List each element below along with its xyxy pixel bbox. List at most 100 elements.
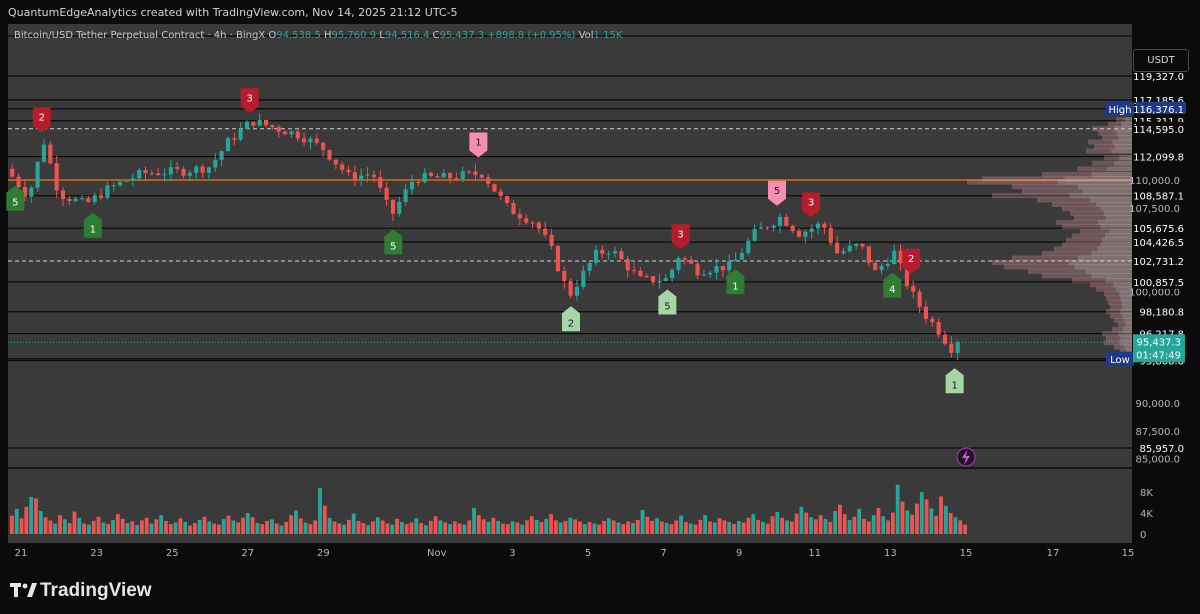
time-axis-tick: 23 — [90, 548, 103, 559]
volume-profile-bar — [1114, 144, 1132, 150]
volume-bar — [712, 522, 717, 534]
change-value: +898.8 (+0.95%) — [487, 30, 576, 41]
candle-body — [270, 125, 275, 128]
volume-bar — [91, 520, 96, 534]
price-axis-tick: 90,000.0 — [1135, 399, 1180, 410]
volume-bar — [539, 521, 544, 534]
price-level-label: 114,595.0 — [1133, 125, 1184, 136]
volume-bar — [120, 518, 125, 534]
candle-body — [524, 218, 529, 223]
chart-svg[interactable]: 251351253153421110,000.0107,500.0100,000… — [0, 24, 1200, 568]
volume-bar — [640, 509, 645, 534]
sell-marker-label: 3 — [677, 229, 683, 240]
candle-body — [898, 250, 903, 264]
candle-body — [651, 276, 656, 283]
candle-body — [606, 253, 611, 255]
candle-body — [885, 263, 890, 266]
candle-body — [29, 187, 34, 197]
candle-body — [124, 180, 129, 182]
candle-body — [257, 119, 262, 126]
candle-body — [467, 171, 472, 173]
buy-marker-label: 4 — [889, 285, 895, 296]
volume-bar — [655, 518, 659, 534]
time-axis-tick: 13 — [884, 548, 897, 559]
volume-axis-tick: 0 — [1140, 530, 1146, 541]
candle-body — [441, 173, 446, 178]
volume-bar — [669, 524, 674, 534]
candle-body — [92, 195, 97, 202]
volume-bar — [529, 516, 534, 534]
candle-body — [143, 170, 148, 174]
candle-body — [416, 181, 421, 183]
candle-body — [314, 138, 319, 143]
volume-bar — [611, 520, 616, 534]
volume-bar — [809, 517, 813, 534]
candle-body — [302, 138, 307, 143]
candle-body — [219, 151, 224, 160]
buy-signal-marker: 1 — [83, 212, 102, 238]
volume-profile-bar — [1091, 171, 1132, 177]
volume-bar — [236, 522, 241, 534]
candle-body — [118, 181, 123, 186]
volume-bar — [578, 521, 582, 534]
volume-bar — [679, 515, 683, 534]
candle-body — [771, 225, 776, 228]
volume-bar — [19, 518, 24, 534]
candle-body — [682, 258, 687, 260]
candle-body — [574, 287, 580, 296]
time-axis-tick: 9 — [736, 548, 742, 559]
volume-profile-bar — [1120, 335, 1132, 341]
candle-body — [930, 318, 935, 323]
volume-bar — [587, 521, 592, 534]
volume-profile-bar — [1085, 268, 1132, 274]
candle-body — [479, 174, 484, 178]
volume-bar — [852, 516, 857, 534]
volume-bar — [371, 521, 375, 534]
volume-bar — [303, 522, 308, 534]
candle-body — [238, 128, 243, 140]
volume-bar — [385, 523, 390, 534]
volume-bar — [770, 516, 775, 534]
volume-bar — [659, 521, 664, 534]
price-level-label: 119,327.0 — [1133, 72, 1184, 83]
volume-bar — [409, 522, 414, 534]
candle-body — [733, 259, 738, 262]
volume-bar — [130, 521, 135, 534]
volume-bar — [154, 519, 159, 534]
volume-bar — [958, 520, 963, 534]
candle-body — [251, 121, 256, 126]
candle-body — [35, 161, 40, 188]
volume-bar — [924, 499, 929, 534]
volume-bar — [245, 513, 250, 534]
price-axis-tick: 87,500.0 — [1135, 427, 1180, 438]
price-level-label: 100,857.5 — [1133, 278, 1184, 289]
price-axis-tick: 85,000.0 — [1135, 455, 1180, 466]
volume-bar — [269, 519, 274, 534]
candle-body — [447, 173, 453, 179]
buy-signal-marker: 2 — [561, 306, 580, 332]
volume-bar — [813, 519, 818, 534]
volume-bar — [322, 505, 327, 534]
volume-bar — [717, 518, 722, 534]
time-axis-tick: 29 — [317, 548, 330, 559]
volume-profile-bar — [1118, 135, 1132, 141]
candle-body — [917, 291, 922, 307]
candle-body — [283, 131, 288, 135]
volume-bar — [87, 524, 91, 534]
chart-frame[interactable]: 2 5 1 3 5 1 2 5 3 1 5 3 4 2 1 110,000.0 107,500.0 100,000… — [0, 24, 1200, 568]
volume-bar — [38, 511, 43, 534]
volume-bar — [553, 520, 558, 534]
volume-bar — [568, 517, 573, 534]
volume-bar — [217, 524, 221, 534]
volume-bar — [549, 514, 553, 534]
volume-bar — [472, 507, 476, 534]
volume-profile-bar — [1114, 160, 1132, 166]
currency-button[interactable]: USDT — [1133, 49, 1189, 72]
volume-bar — [597, 524, 602, 534]
volume-profile-bar — [1123, 317, 1132, 323]
volume-bar — [520, 524, 525, 534]
candle-body — [866, 246, 871, 263]
volume-bar — [664, 523, 669, 534]
candle-body — [149, 173, 154, 175]
volume-bar — [438, 520, 443, 534]
